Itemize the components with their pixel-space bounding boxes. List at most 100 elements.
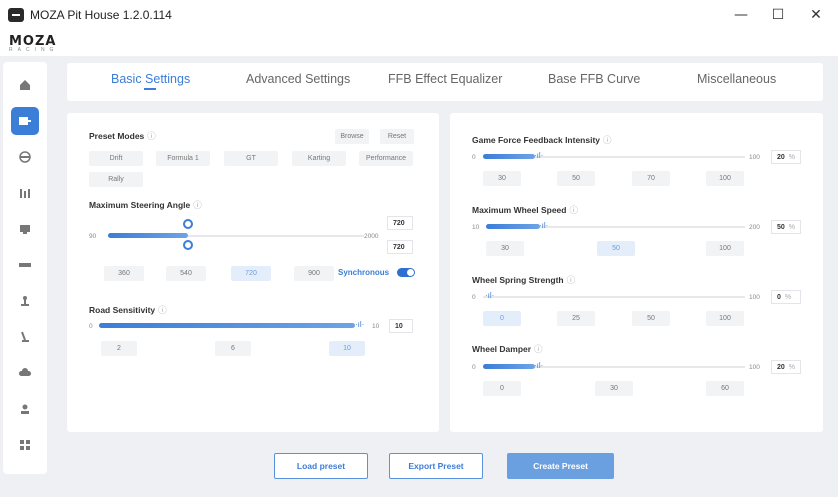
spring-chip-0[interactable]: 0: [483, 311, 521, 326]
ffb-intensity-fill: [483, 154, 535, 159]
title-bar: MOZA Pit House 1.2.0.114 — ☐ ✕: [0, 0, 838, 30]
wheel-damper-label: Wheel Damper ⓘ: [472, 344, 543, 354]
preset-performance[interactable]: Performance: [359, 151, 413, 166]
preset-rally[interactable]: Rally: [89, 172, 143, 187]
sidebar-item-dashboard[interactable]: [11, 215, 39, 243]
sidebar-item-home[interactable]: [11, 71, 39, 99]
sidebar-item-display[interactable]: [11, 251, 39, 279]
window-title: MOZA Pit House 1.2.0.114: [30, 8, 172, 22]
load-preset-button[interactable]: Load preset: [274, 453, 368, 479]
spring-strength-value[interactable]: 0%: [771, 290, 801, 304]
sidebar-item-steering-wheel[interactable]: [11, 143, 39, 171]
tab-advanced-settings[interactable]: Advanced Settings: [246, 72, 350, 86]
tab-ffb-effect-equalizer[interactable]: FFB Effect Equalizer: [388, 72, 502, 86]
ffb-intensity-label: Game Force Feedback Intensity ⓘ: [472, 135, 612, 145]
tab-base-ffb-curve[interactable]: Base FFB Curve: [548, 72, 640, 86]
damper-chip-0[interactable]: 0: [483, 381, 521, 396]
ffb-intensity-handle[interactable]: ·ıl·: [534, 151, 543, 160]
preset-gt[interactable]: GT: [224, 151, 278, 166]
ffb-intensity-min: 0: [472, 154, 476, 161]
ffb-intensity-max: 100: [749, 154, 760, 161]
wheel-damper-handle[interactable]: ·ıl·: [534, 361, 543, 370]
spring-chip-100[interactable]: 100: [706, 311, 744, 326]
tab-miscellaneous[interactable]: Miscellaneous: [697, 72, 776, 86]
sidebar-item-settings[interactable]: [11, 431, 39, 459]
damper-chip-30[interactable]: 30: [595, 381, 633, 396]
damper-chip-60[interactable]: 60: [706, 381, 744, 396]
tab-basic-settings[interactable]: Basic Settings: [111, 72, 190, 86]
spring-strength-handle[interactable]: ·ıl·: [485, 291, 494, 300]
ffb-chip-100[interactable]: 100: [706, 171, 744, 186]
steering-angle-handle-top[interactable]: [183, 219, 193, 229]
ffb-chip-50[interactable]: 50: [557, 171, 595, 186]
tab-bar: Basic Settings Advanced Settings FFB Eff…: [67, 63, 823, 101]
export-preset-button[interactable]: Export Preset: [389, 453, 483, 479]
spring-chip-50[interactable]: 50: [632, 311, 670, 326]
sidebar-item-wheelbase[interactable]: [11, 107, 39, 135]
sidebar: [3, 62, 47, 474]
active-tab-indicator: [144, 88, 156, 90]
wheel-speed-max: 200: [749, 224, 760, 231]
create-preset-button[interactable]: Create Preset: [507, 453, 614, 479]
road-sensitivity-value[interactable]: 10: [389, 319, 413, 333]
wheel-speed-label: Maximum Wheel Speed ⓘ: [472, 205, 578, 215]
road-sensitivity-handle[interactable]: ·ıl·: [355, 320, 364, 329]
dashboard-icon: [20, 225, 30, 234]
spring-strength-min: 0: [472, 294, 476, 301]
road-sensitivity-min: 0: [89, 323, 93, 330]
reset-button[interactable]: Reset: [380, 129, 414, 144]
browse-button[interactable]: Browse: [335, 129, 369, 144]
road-chip-6[interactable]: 6: [215, 341, 251, 356]
preset-formula-1[interactable]: Formula 1: [156, 151, 210, 166]
speed-chip-30[interactable]: 30: [486, 241, 524, 256]
road-sensitivity-max: 10: [372, 323, 380, 330]
shifter-icon: [21, 296, 29, 306]
steering-wheel-icon: [19, 151, 31, 163]
sidebar-item-handbrake[interactable]: [11, 323, 39, 351]
ffb-chip-30[interactable]: 30: [483, 171, 521, 186]
steering-angle-min: 90: [89, 233, 97, 240]
road-sensitivity-fill: [99, 323, 355, 328]
angle-chip-900[interactable]: 900: [294, 266, 334, 281]
road-chip-2[interactable]: 2: [101, 341, 137, 356]
settings-icon: [20, 440, 30, 450]
sidebar-item-pedals[interactable]: [11, 179, 39, 207]
road-chip-10[interactable]: 10: [329, 341, 365, 356]
spring-chip-25[interactable]: 25: [557, 311, 595, 326]
steering-angle-value-top[interactable]: 720: [387, 216, 413, 230]
brand-bar: MOZA RACING: [0, 30, 838, 56]
preset-drift[interactable]: Drift: [89, 151, 143, 166]
sidebar-item-user[interactable]: [11, 395, 39, 423]
handbrake-icon: [21, 331, 29, 342]
synchronous-toggle[interactable]: [397, 268, 415, 277]
ffb-chip-70[interactable]: 70: [632, 171, 670, 186]
wheel-damper-min: 0: [472, 364, 476, 371]
wheel-speed-value[interactable]: 50%: [771, 220, 801, 234]
speed-chip-50[interactable]: 50: [597, 241, 635, 256]
steering-angle-value-bottom[interactable]: 720: [387, 240, 413, 254]
sidebar-item-shifter[interactable]: [11, 287, 39, 315]
wheel-damper-max: 100: [749, 364, 760, 371]
spring-strength-track[interactable]: [483, 296, 745, 298]
cloud-icon: [19, 368, 31, 376]
right-settings-panel: Game Force Feedback Intensity ⓘ 0 ·ıl· 10…: [450, 113, 823, 432]
wheel-speed-handle[interactable]: ·ıl·: [539, 221, 548, 230]
wheel-damper-fill: [483, 364, 535, 369]
wheel-damper-value[interactable]: 20%: [771, 360, 801, 374]
preset-karting[interactable]: Karting: [292, 151, 346, 166]
preset-modes-label: Preset Modes ⓘ: [89, 131, 156, 141]
angle-chip-540[interactable]: 540: [166, 266, 206, 281]
speed-chip-100[interactable]: 100: [706, 241, 744, 256]
synchronous-label: Synchronous: [338, 268, 390, 277]
wheel-speed-fill: [486, 224, 540, 229]
angle-chip-360[interactable]: 360: [104, 266, 144, 281]
sidebar-item-cloud[interactable]: [11, 359, 39, 387]
steering-angle-handle-bottom[interactable]: [183, 240, 193, 250]
angle-chip-720[interactable]: 720: [231, 266, 271, 281]
display-icon: [19, 263, 31, 267]
close-button[interactable]: ✕: [793, 0, 838, 30]
road-sensitivity-label: Road Sensitivity ⓘ: [89, 305, 167, 315]
ffb-intensity-value[interactable]: 20%: [771, 150, 801, 164]
home-icon: [20, 80, 30, 90]
user-icon: [21, 404, 29, 414]
